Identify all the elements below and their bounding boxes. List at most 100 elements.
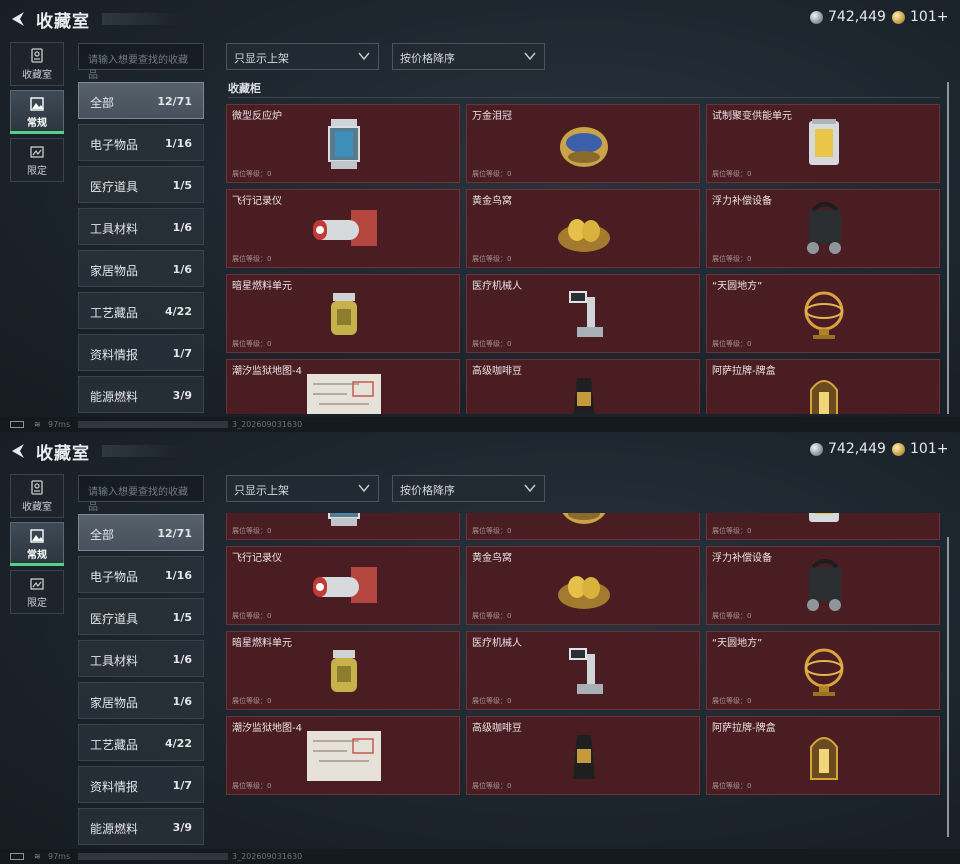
collection-card[interactable]: 微型反应炉展位等级：0 — [226, 104, 460, 183]
gold-currency[interactable]: 101+ — [892, 441, 948, 457]
nav-limited[interactable]: 限定 — [10, 138, 64, 182]
item-grid-viewport[interactable]: 微型反应炉展位等级：0万金泪冠展位等级：0试制聚变供能单元展位等级：0 飞行记录仪… — [226, 513, 942, 864]
item-name: 暗星燃料单元 — [232, 638, 292, 649]
subcategory-name: 家居物品 — [90, 696, 139, 710]
subcategory-item[interactable]: 电子物品 1/16 — [78, 556, 204, 593]
collection-card[interactable]: 浮力补偿设备 展位等级：0 — [706, 546, 940, 625]
nav-regular[interactable]: 常规 — [10, 522, 64, 566]
coffee-bag-icon — [573, 735, 595, 779]
gold-currency[interactable]: 101+ — [892, 9, 948, 25]
flight-recorder-icon — [313, 210, 377, 246]
subcategory-item[interactable]: 医疗道具 1/5 — [78, 166, 204, 203]
slot-level: 展位等级：0 — [232, 170, 272, 178]
fuel-canister-icon — [331, 650, 357, 692]
item-name: 黄金鸟窝 — [472, 196, 512, 207]
collection-card[interactable]: 飞行记录仪 展位等级：0 — [226, 546, 460, 625]
sort-dropdown[interactable]: 按价格降序 — [392, 475, 545, 502]
subcategory-count: 4/22 — [165, 737, 192, 750]
item-name: 微型反应炉 — [232, 111, 282, 122]
nav-limited[interactable]: 限定 — [10, 570, 64, 614]
item-name: “天圆地方” — [712, 638, 763, 649]
nav-label: 常规 — [27, 550, 47, 561]
chevron-down-icon — [358, 52, 370, 61]
collection-card[interactable]: 黄金鸟窝 展位等级：0 — [466, 189, 700, 268]
item-grid-viewport[interactable]: 微型反应炉展位等级：0万金泪冠展位等级：0试制聚变供能单元展位等级：0飞行记录仪… — [226, 104, 942, 414]
subcategory-item[interactable]: 能源燃料 3/9 — [78, 808, 204, 845]
item-name: 医疗机械人 — [472, 281, 522, 292]
subcategory-item[interactable]: 工具材料 1/6 — [78, 640, 204, 677]
category-nav: 收藏室 常规 限定 — [10, 42, 64, 186]
gold-coin-icon — [892, 10, 905, 24]
collection-card[interactable]: 阿萨拉牌-牌盒展位等级：0 — [706, 716, 940, 795]
slot-level: 展位等级：0 — [712, 340, 752, 348]
search-input[interactable]: 请输入想要查找的收藏品 — [78, 475, 204, 513]
collection-card[interactable]: 试制聚变供能单元展位等级：0 — [706, 513, 940, 540]
slot-level: 展位等级：0 — [472, 340, 512, 348]
subcategory-item[interactable]: 全部 12/71 — [78, 514, 204, 551]
collection-card[interactable]: 医疗机械人 展位等级：0 — [466, 631, 700, 710]
shelf-filter-label: 只显示上架 — [234, 484, 289, 497]
subcategory-item[interactable]: 能源燃料 3/9 — [78, 376, 204, 413]
scrollbar[interactable] — [947, 537, 949, 837]
collection-card[interactable]: 黄金鸟窝 展位等级：0 — [466, 546, 700, 625]
subcategory-count: 3/9 — [172, 389, 192, 402]
nav-collection-room[interactable]: 收藏室 — [10, 42, 64, 86]
subcategory-item[interactable]: 家居物品 1/6 — [78, 250, 204, 287]
subcategory-item[interactable]: 电子物品 1/16 — [78, 124, 204, 161]
subcategory-count: 4/22 — [165, 305, 192, 318]
collection-card[interactable]: 万金泪冠展位等级：0 — [466, 104, 700, 183]
shelf-filter-dropdown[interactable]: 只显示上架 — [226, 43, 379, 70]
subcategory-name: 家居物品 — [90, 264, 139, 278]
shelf-filter-dropdown[interactable]: 只显示上架 — [226, 475, 379, 502]
nav-regular[interactable]: 常规 — [10, 90, 64, 134]
coffee-bag-icon — [573, 378, 595, 414]
subcategory-count: 12/71 — [157, 95, 192, 108]
subcategory-item[interactable]: 家居物品 1/6 — [78, 682, 204, 719]
subcategory-item[interactable]: 工艺藏品 4/22 — [78, 724, 204, 761]
search-input[interactable]: 请输入想要查找的收藏品 — [78, 43, 204, 81]
back-arrow-icon[interactable] — [8, 9, 28, 29]
slot-level: 展位等级：0 — [232, 527, 272, 535]
collection-card[interactable]: 万金泪冠展位等级：0 — [466, 513, 700, 540]
collection-card[interactable]: “天圆地方” 展位等级：0 — [706, 274, 940, 353]
subcategory-item[interactable]: 医疗道具 1/5 — [78, 598, 204, 635]
collection-card[interactable]: “天圆地方” 展位等级：0 — [706, 631, 940, 710]
collection-card[interactable]: 微型反应炉展位等级：0 — [226, 513, 460, 540]
slot-level: 展位等级：0 — [232, 782, 272, 790]
silver-currency[interactable]: 742,449 — [810, 441, 886, 457]
collection-card[interactable]: 潮汐监狱地图-4展位等级：0 — [226, 359, 460, 414]
subcategory-list: 全部 12/71 电子物品 1/16 医疗道具 1/5 工具材料 1/6 家居物品 1/6 工艺藏品… — [78, 514, 204, 850]
subcategory-name: 资料情报 — [90, 348, 139, 362]
collection-card[interactable]: 飞行记录仪 展位等级：0 — [226, 189, 460, 268]
collection-card[interactable]: 高级咖啡豆展位等级：0 — [466, 716, 700, 795]
redacted-id — [78, 853, 228, 860]
collection-card[interactable]: 试制聚变供能单元展位等级：0 — [706, 104, 940, 183]
armillary-sphere-icon — [804, 648, 844, 696]
chevron-down-icon — [358, 484, 370, 493]
subcategory-name: 医疗道具 — [90, 612, 139, 626]
fusion-unit-icon — [809, 119, 839, 165]
subcategory-count: 1/6 — [172, 263, 192, 276]
collection-card[interactable]: 阿萨拉牌-牌盒展位等级：0 — [706, 359, 940, 414]
subcategory-name: 工艺藏品 — [90, 738, 139, 752]
slot-level: 展位等级：0 — [232, 255, 272, 263]
collection-card[interactable]: 暗星燃料单元 展位等级：0 — [226, 274, 460, 353]
subcategory-item[interactable]: 工艺藏品 4/22 — [78, 292, 204, 329]
back-arrow-icon[interactable] — [8, 441, 28, 461]
nav-collection-room[interactable]: 收藏室 — [10, 474, 64, 518]
collection-card[interactable]: 医疗机械人展位等级：0 — [466, 274, 700, 353]
status-bar: ≋ 97ms 3_202609031630 — [0, 417, 960, 432]
collection-card[interactable]: 潮汐监狱地图-4展位等级：0 — [226, 716, 460, 795]
silver-currency[interactable]: 742,449 — [810, 9, 886, 25]
collection-card[interactable]: 暗星燃料单元 展位等级：0 — [226, 631, 460, 710]
subcategory-item[interactable]: 全部 12/71 — [78, 82, 204, 119]
sort-dropdown[interactable]: 按价格降序 — [392, 43, 545, 70]
collection-card[interactable]: 高级咖啡豆展位等级：0 — [466, 359, 700, 414]
scrollbar[interactable] — [947, 82, 949, 414]
subcategory-item[interactable]: 资料情报 1/7 — [78, 334, 204, 371]
collection-card[interactable]: 浮力补偿设备 展位等级：0 — [706, 189, 940, 268]
collection-icon — [31, 48, 43, 63]
subcategory-item[interactable]: 资料情报 1/7 — [78, 766, 204, 803]
subcategory-item[interactable]: 工具材料 1/6 — [78, 208, 204, 245]
subcategory-count: 1/7 — [172, 347, 192, 360]
